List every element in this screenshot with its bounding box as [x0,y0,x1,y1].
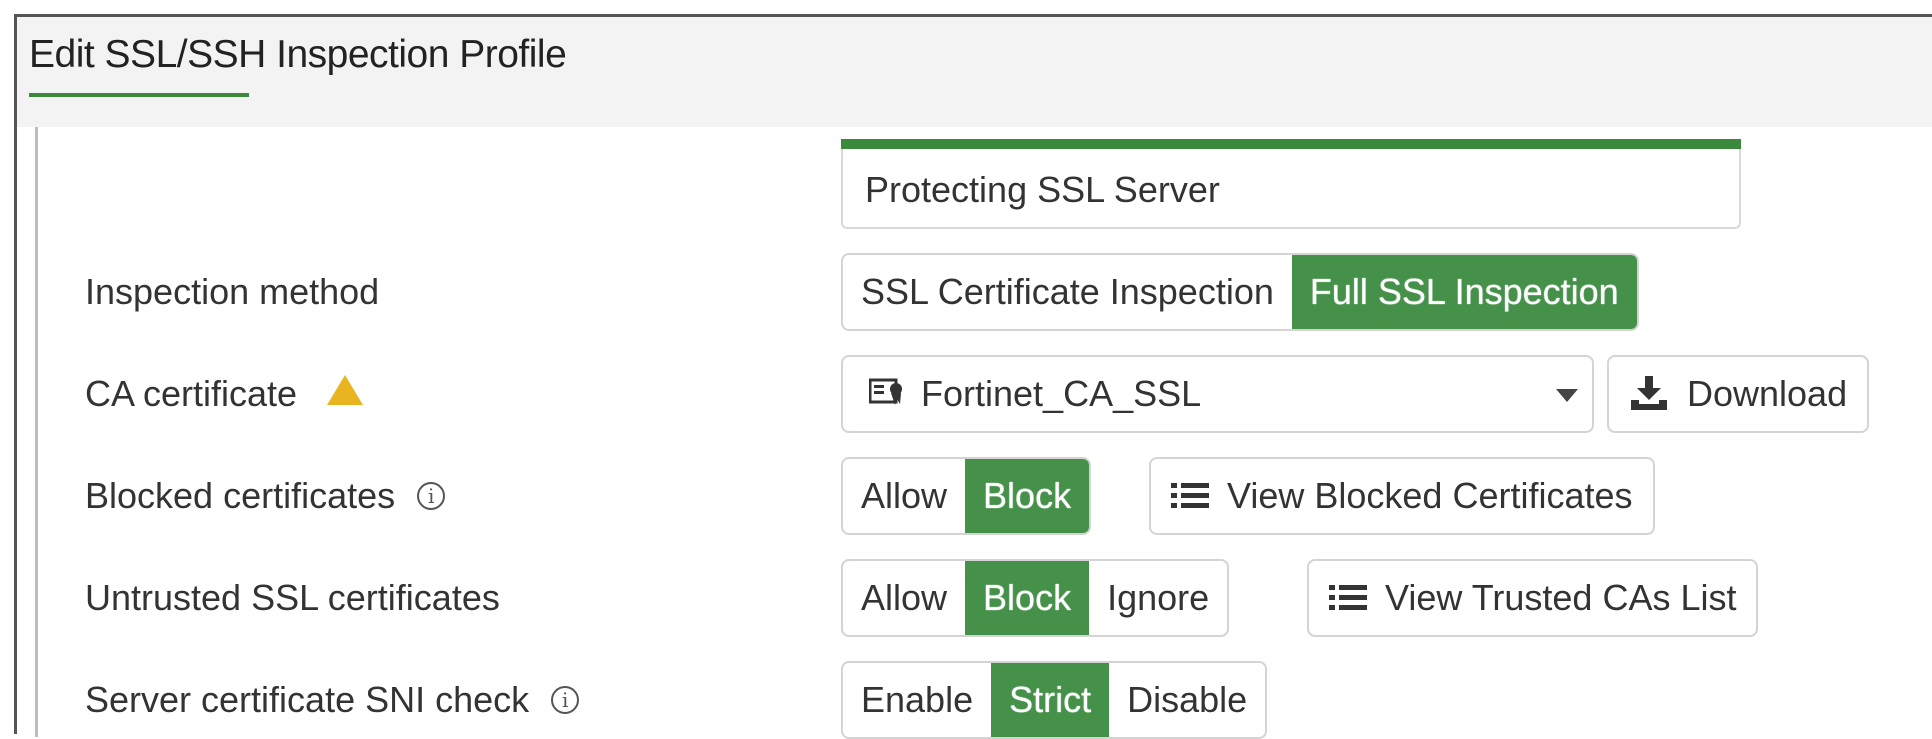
certificate-icon [868,377,905,412]
untrusted-ssl-toggle: Allow Block Ignore [841,559,1230,637]
blocked-certificates-toggle: Allow Block [841,457,1092,535]
field-accent-bar [841,139,1741,149]
sni-check-toggle: Enable Strict Disable [841,661,1268,739]
ca-certificate-label: CA certificate [85,355,365,433]
download-icon [1631,376,1667,410]
inspection-method-label: Inspection method [85,253,379,331]
blocked-certificates-label-text: Blocked certificates [85,475,396,516]
profile-name-value: Protecting SSL Server [865,169,1220,210]
blocked-certificates-label: Blocked certificates i [85,457,446,535]
ca-certificate-select[interactable]: Fortinet_CA_SSL [841,355,1594,433]
view-trusted-cas-label: View Trusted CAs List [1385,577,1737,618]
option-block[interactable]: Block [965,459,1090,533]
warning-icon [325,373,365,416]
option-disable[interactable]: Disable [1109,663,1265,737]
option-allow[interactable]: Allow [843,459,965,533]
inspection-method-label-text: Inspection method [85,271,380,312]
untrusted-ssl-label: Untrusted SSL certificates [85,559,500,637]
view-blocked-certificates-label: View Blocked Certificates [1227,475,1633,516]
option-strict[interactable]: Strict [991,663,1110,737]
view-trusted-cas-button[interactable]: View Trusted CAs List [1307,559,1759,637]
option-enable[interactable]: Enable [843,663,991,737]
option-ignore[interactable]: Ignore [1089,561,1227,635]
option-ssl-certificate-inspection[interactable]: SSL Certificate Inspection [843,255,1292,329]
info-icon[interactable]: i [417,482,446,510]
ca-certificate-value: Fortinet_CA_SSL [921,373,1202,414]
page-title: Edit SSL/SSH Inspection Profile [29,33,567,76]
list-icon [1329,585,1367,610]
untrusted-ssl-label-text: Untrusted SSL certificates [85,577,500,618]
sni-check-label-text: Server certificate SNI check [85,679,530,720]
title-bar: Edit SSL/SSH Inspection Profile [17,17,1932,127]
download-button-label: Download [1687,373,1848,414]
info-icon[interactable]: i [551,686,580,714]
profile-name-field[interactable]: Protecting SSL Server [841,139,1741,229]
option-full-ssl-inspection[interactable]: Full SSL Inspection [1291,255,1637,329]
download-button[interactable]: Download [1607,355,1870,433]
dialog-frame: Edit SSL/SSH Inspection Profile Protecti… [14,14,1932,739]
chevron-down-icon [1556,389,1578,408]
sni-check-label: Server certificate SNI check i [85,661,580,739]
option-allow[interactable]: Allow [843,561,965,635]
option-block[interactable]: Block [965,561,1090,635]
ca-certificate-label-text: CA certificate [85,373,298,414]
view-blocked-certificates-button[interactable]: View Blocked Certificates [1149,457,1655,535]
inspection-method-toggle: SSL Certificate Inspection Full SSL Insp… [841,253,1639,331]
list-icon [1171,483,1209,508]
title-underline [29,93,249,97]
